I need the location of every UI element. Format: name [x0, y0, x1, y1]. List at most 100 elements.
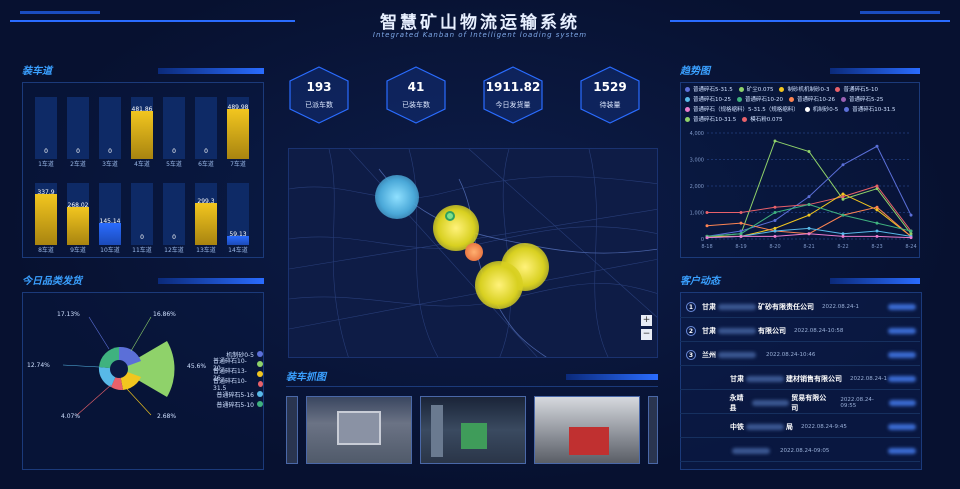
- lane-bar-10[interactable]: 145.14 10车道: [99, 183, 121, 254]
- lane-bar-5[interactable]: 0 5车道: [163, 97, 185, 168]
- trend-point[interactable]: [739, 234, 743, 238]
- trend-point[interactable]: [773, 234, 777, 238]
- camera-snapshot-2[interactable]: [420, 396, 526, 464]
- trend-point[interactable]: [875, 184, 879, 188]
- trend-point[interactable]: [807, 203, 811, 207]
- trend-point[interactable]: [909, 236, 913, 240]
- trend-legend-item[interactable]: 制砂机机制砂0-3: [779, 85, 829, 93]
- lane-bar-3[interactable]: 0 3车道: [99, 97, 121, 168]
- trend-legend-item[interactable]: 普通碎石10-25: [685, 95, 731, 103]
- trend-point[interactable]: [875, 221, 879, 225]
- lane-bar-8[interactable]: 337.9 8车道: [35, 183, 57, 254]
- trend-point[interactable]: [841, 192, 845, 196]
- trend-legend-item[interactable]: 矿尘0.075: [738, 85, 773, 93]
- trend-point[interactable]: [909, 213, 913, 217]
- trend-legend-item[interactable]: 普通碎石（规格缩料）5-31.5（规格缩料）: [685, 105, 799, 113]
- camera-snapshot-partial-right[interactable]: [648, 396, 658, 464]
- redacted-text: [746, 375, 784, 382]
- trend-point[interactable]: [807, 232, 811, 236]
- zoom-out-button[interactable]: −: [641, 329, 652, 340]
- lane-bar-9[interactable]: 268.02 9车道: [67, 183, 89, 254]
- trend-point[interactable]: [841, 213, 845, 217]
- lane-bar-7[interactable]: 489.98 7车道: [227, 97, 249, 168]
- trend-point[interactable]: [739, 232, 743, 236]
- map-panel[interactable]: + −: [288, 148, 658, 358]
- trend-point[interactable]: [875, 234, 879, 238]
- x-tick-label: 8-21: [803, 244, 814, 250]
- zoom-in-button[interactable]: +: [641, 315, 652, 326]
- trend-legend-item[interactable]: 普通碎石5-10: [835, 85, 878, 93]
- trend-legend-item[interactable]: 普通碎石10-31.5: [685, 115, 736, 123]
- trend-legend-item[interactable]: 普通碎石5-25: [840, 95, 883, 103]
- map-bubble-cyan[interactable]: [375, 175, 419, 219]
- trend-point[interactable]: [875, 205, 879, 209]
- trend-point[interactable]: [841, 197, 845, 201]
- trend-point[interactable]: [773, 205, 777, 209]
- trend-legend-item[interactable]: 普通碎石10-26: [788, 95, 835, 103]
- trend-point[interactable]: [773, 226, 777, 230]
- lane-bar-6[interactable]: 0 6车道: [195, 97, 217, 168]
- lane-bar-13[interactable]: 299.3 13车道: [195, 183, 217, 254]
- trend-point[interactable]: [705, 236, 709, 240]
- trend-point[interactable]: [807, 226, 811, 230]
- lanes-bottom-chart: 337.9 8车道 268.02 9车道 145.14 10车道 0 11车道 0 12车道 299…: [31, 183, 259, 254]
- customer-row[interactable]: 甘肃 建材销售有限公司 2022.08.24-1: [680, 368, 920, 390]
- legend-dot-icon: [788, 96, 794, 102]
- trend-point[interactable]: [773, 211, 777, 214]
- section-bar-snapshots: [566, 374, 658, 380]
- trend-point[interactable]: [807, 150, 811, 154]
- trend-point[interactable]: [739, 211, 743, 214]
- lane-bar-1[interactable]: 0 1车道: [35, 97, 57, 168]
- pie-legend-item[interactable]: 普通碎石5-10: [213, 399, 263, 409]
- map-bubble-yellow-3[interactable]: [475, 261, 523, 309]
- redacted-text: [718, 327, 756, 334]
- lane-bar-4[interactable]: 481.86 4车道: [131, 97, 153, 168]
- trend-legend-item[interactable]: 模石粉0.075: [742, 115, 782, 123]
- trend-point[interactable]: [705, 211, 709, 214]
- trend-point[interactable]: [841, 232, 845, 236]
- lane-bar-12[interactable]: 0 12车道: [163, 183, 185, 254]
- pie-legend-item[interactable]: 普通碎石5-16: [213, 389, 263, 399]
- pie-legend-item[interactable]: 普通碎石10-31.5: [213, 378, 263, 392]
- trend-point[interactable]: [875, 229, 879, 233]
- trend-point[interactable]: [739, 229, 743, 233]
- trend-point[interactable]: [807, 213, 811, 217]
- trend-legend-item[interactable]: 机制砂0-5: [804, 105, 838, 113]
- trend-point[interactable]: [909, 229, 913, 233]
- camera-snapshot-3[interactable]: [534, 396, 640, 464]
- customer-row[interactable]: 3 兰州 2022.08.24-10:46: [680, 344, 920, 366]
- trend-point[interactable]: [773, 139, 777, 143]
- lane-bar-2[interactable]: 0 2车道: [67, 97, 89, 168]
- map-bubble-green[interactable]: [445, 211, 455, 221]
- trend-point[interactable]: [705, 224, 709, 228]
- customer-rank: 3: [686, 349, 696, 360]
- trend-series-line[interactable]: [706, 140, 912, 237]
- camera-snapshot-1[interactable]: [306, 396, 412, 464]
- map-bubble-orange[interactable]: [465, 243, 483, 261]
- lane-bar-14[interactable]: 59.13 14车道: [227, 183, 249, 254]
- trend-point[interactable]: [773, 229, 777, 233]
- trend-point[interactable]: [909, 232, 913, 236]
- customer-row[interactable]: 2022.08.24-09:05: [680, 440, 920, 462]
- trend-point[interactable]: [841, 163, 845, 167]
- trend-legend-label: 普通碎石5-31.5: [693, 87, 733, 93]
- customer-row[interactable]: 2 甘肃 有限公司 2022.08.24-10:58: [680, 320, 920, 342]
- trend-legend-item[interactable]: 普通碎石5-31.5: [685, 85, 733, 93]
- trend-legend-item[interactable]: 普通碎石10-31.5: [844, 105, 895, 113]
- trend-point[interactable]: [807, 195, 811, 199]
- section-title-products: 今日品类发货: [22, 276, 82, 287]
- legend-dot-icon: [257, 391, 263, 397]
- trend-point[interactable]: [739, 221, 743, 225]
- trend-point[interactable]: [841, 195, 845, 199]
- trend-legend-item[interactable]: 普通碎石10-20: [736, 95, 783, 103]
- camera-snapshot-partial-left[interactable]: [286, 396, 298, 464]
- customer-row[interactable]: 中铁 局 2022.08.24-9:45: [680, 416, 920, 438]
- trend-point[interactable]: [841, 234, 845, 238]
- section-title-snapshots: 装车抓图: [286, 372, 326, 383]
- customer-row[interactable]: 永靖县 贸易有限公司 2022.08.24-09:55: [680, 392, 920, 414]
- trend-point[interactable]: [875, 208, 879, 212]
- lane-bar-11[interactable]: 0 11车道: [131, 183, 153, 254]
- customer-row[interactable]: 1 甘肃 矿砂有限责任公司 2022.08.24-1: [680, 296, 920, 318]
- trend-point[interactable]: [773, 218, 777, 222]
- trend-point[interactable]: [875, 144, 879, 148]
